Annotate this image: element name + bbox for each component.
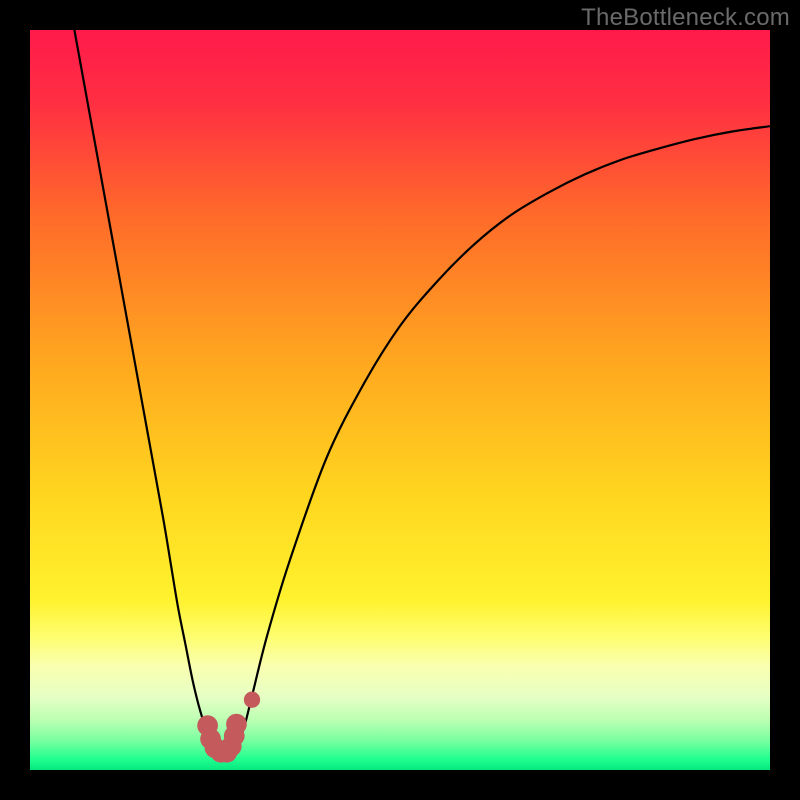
series-left-branch — [74, 30, 215, 748]
valley-dot — [226, 714, 247, 735]
valley-marker-cluster — [197, 692, 260, 763]
series-right-branch — [237, 126, 770, 748]
chart-root: TheBottleneck.com — [0, 0, 800, 800]
curve-layer — [30, 30, 770, 770]
watermark-label: TheBottleneck.com — [581, 4, 790, 32]
plot-area — [30, 30, 770, 770]
valley-dot — [244, 692, 260, 708]
